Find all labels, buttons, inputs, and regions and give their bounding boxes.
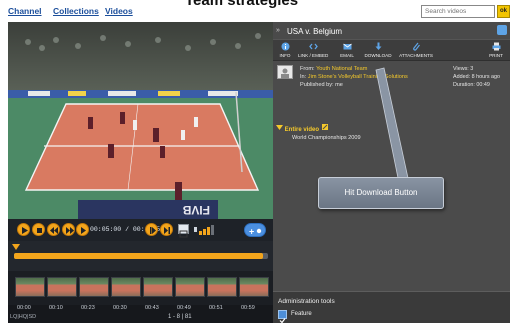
from-row: From: Youth National Team <box>300 66 367 72</box>
svg-text:FIVB: FIVB <box>182 203 210 217</box>
tool-download[interactable]: DOWNLOAD <box>363 42 393 58</box>
thumb-time: 00:43 <box>145 305 159 311</box>
forward-icon <box>66 227 74 234</box>
thumbnail[interactable] <box>79 277 109 297</box>
admin-tools: Administration tools Feature <box>273 291 510 323</box>
tool-link-embed[interactable]: LINK / EMBED <box>298 42 328 58</box>
thumbnail[interactable] <box>143 277 173 297</box>
collapse-triangle-icon <box>276 125 283 130</box>
app-root: Channel Collections Videos Team strategi… <box>0 0 510 323</box>
step-button[interactable] <box>76 223 89 236</box>
callout-text: Hit Download Button <box>344 188 418 197</box>
nav-channel-link[interactable]: Channel <box>8 6 42 16</box>
mark-out-button[interactable] <box>160 223 173 236</box>
search-input[interactable] <box>421 5 495 18</box>
rewind-icon <box>50 227 58 234</box>
volume-icon[interactable] <box>194 224 218 235</box>
thumb-time: 00:23 <box>81 305 95 311</box>
thumbnail-strip <box>8 271 273 305</box>
user-avatar-icon <box>277 65 293 79</box>
from-label: From: <box>300 66 315 72</box>
player-controls: 00:05:00 / 00:49:5.5 + <box>8 219 273 241</box>
video-title: USA v. Belgium <box>287 27 342 36</box>
details-panel: » USA v. Belgium INFO LINK / EMBED EMAIL… <box>273 22 510 323</box>
collapse-arrow-icon[interactable]: » <box>276 27 280 34</box>
thumb-time: 00:49 <box>177 305 191 311</box>
in-row: In: Jim Stone's Volleyball Training Solu… <box>300 74 408 80</box>
download-icon <box>375 42 381 50</box>
channel-link[interactable]: Jim Stone's Volleyball Training Solution… <box>308 74 408 80</box>
admin-title: Administration tools <box>278 298 335 305</box>
thumb-time: 00:30 <box>113 305 127 311</box>
duration: Duration: 00:49 <box>453 82 490 88</box>
play-button[interactable] <box>17 223 30 236</box>
thumbnail[interactable] <box>15 277 45 297</box>
video-player: FIVB 00:05:00 / 00:49:5.5 + 00:00 00:10 … <box>8 22 273 323</box>
page-title: Team strategies <box>185 0 299 9</box>
tool-email[interactable]: EMAIL <box>336 42 358 58</box>
mark-out-icon <box>164 227 170 234</box>
callout-box: Hit Download Button <box>318 177 444 209</box>
playhead-marker-icon[interactable] <box>12 244 20 250</box>
tool-attachments[interactable]: ATTACHMENTS <box>397 42 435 58</box>
thumb-time: 00:51 <box>209 305 223 311</box>
thumb-time: 00:00 <box>17 305 31 311</box>
timeline[interactable] <box>8 241 273 271</box>
email-icon <box>342 43 352 50</box>
edit-icon[interactable] <box>321 123 329 131</box>
video-frame[interactable]: FIVB <box>8 22 273 219</box>
feature-checkbox[interactable] <box>278 310 287 323</box>
stop-button[interactable] <box>32 223 45 236</box>
in-label: In: <box>300 74 307 80</box>
views-count: Views: 3 <box>453 66 474 72</box>
info-icon <box>281 42 289 51</box>
step-icon <box>81 227 86 234</box>
nav-collections-link[interactable]: Collections <box>53 6 99 16</box>
thumbnail-pager[interactable]: 1 - 8 | 81 <box>168 314 192 320</box>
share-icon: + <box>249 227 262 237</box>
published-by: Published by: me <box>300 82 343 88</box>
quality-selector[interactable]: LQ|HQ|SD <box>10 314 36 320</box>
from-team-link[interactable]: Youth National Team <box>316 66 367 72</box>
print-icon <box>492 42 500 51</box>
section-entire-video[interactable]: Entire video <box>276 123 329 133</box>
stop-icon <box>37 228 42 233</box>
added-time: Added: 8 hours ago <box>453 74 501 80</box>
info-area: From: Youth National Team In: Jim Stone'… <box>273 61 510 291</box>
svg-text:+: + <box>249 227 254 237</box>
progress-track[interactable] <box>14 253 268 259</box>
thumbnail[interactable] <box>111 277 141 297</box>
panel-header: » USA v. Belgium <box>273 22 510 39</box>
thumbnail[interactable] <box>175 277 205 297</box>
panel-toolbar: INFO LINK / EMBED EMAIL DOWNLOAD ATTACHM… <box>273 39 510 61</box>
progress-fill <box>14 253 263 259</box>
thumbnail[interactable] <box>47 277 77 297</box>
play-icon <box>22 227 28 234</box>
fullscreen-icon <box>179 230 188 238</box>
volleyball-court-image: FIVB <box>8 22 273 219</box>
embed-icon <box>308 43 318 50</box>
rewind-button[interactable] <box>47 223 60 236</box>
thumbnail[interactable] <box>207 277 237 297</box>
tool-print[interactable]: PRINT <box>487 42 505 58</box>
top-bar: Channel Collections Videos Team strategi… <box>0 0 510 22</box>
mark-in-icon <box>150 227 156 234</box>
nav-videos-link[interactable]: Videos <box>105 6 133 16</box>
feature-label: Feature <box>291 311 312 317</box>
thumb-time: 00:59 <box>241 305 255 311</box>
fullscreen-button[interactable] <box>178 224 189 238</box>
section-item[interactable]: World Championships 2009 <box>292 135 361 141</box>
panel-menu-icon[interactable] <box>497 25 507 35</box>
attachment-icon <box>412 42 420 51</box>
mark-in-button[interactable] <box>145 223 158 236</box>
section-title: Entire video <box>284 127 320 133</box>
search-button[interactable]: ok <box>497 5 510 18</box>
thumb-time: 00:10 <box>49 305 63 311</box>
tool-info[interactable]: INFO <box>276 42 294 58</box>
forward-button[interactable] <box>62 223 75 236</box>
thumbnail-time-strip: 00:00 00:10 00:23 00:30 00:43 00:49 00:5… <box>8 305 273 323</box>
share-button[interactable]: + <box>244 223 266 237</box>
thumbnail[interactable] <box>239 277 269 297</box>
check-icon <box>279 318 286 323</box>
